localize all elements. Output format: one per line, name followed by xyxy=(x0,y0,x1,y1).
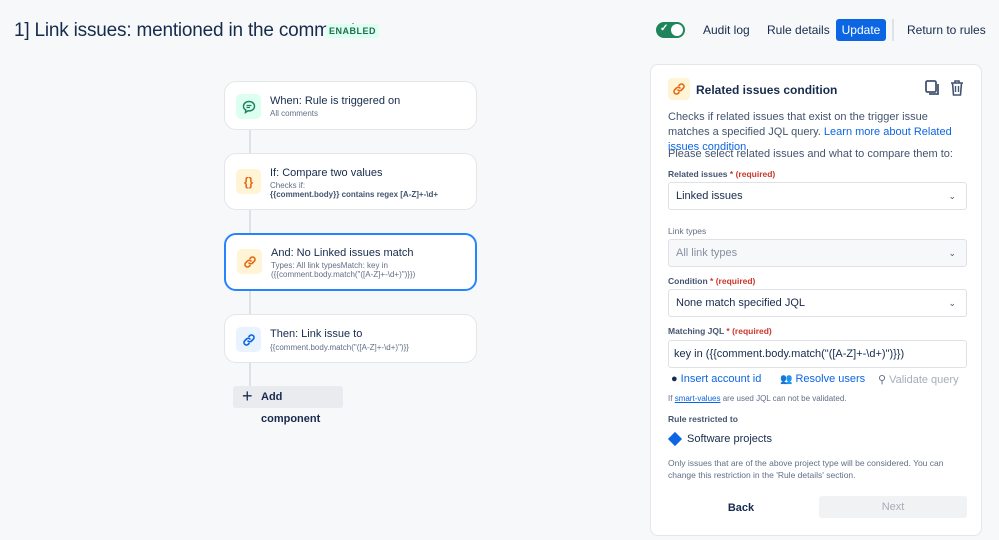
restricted-project-type: Software projects xyxy=(667,431,772,447)
matching-jql-label: Matching JQL * (required) xyxy=(668,326,772,336)
validate-query-button[interactable]: ⚲ Validate query xyxy=(878,373,959,387)
plus-icon: + xyxy=(242,386,253,406)
action-label: Insert account id xyxy=(680,373,762,385)
user-icon: ● xyxy=(671,373,678,385)
component-subtitle: {{comment.body.match("([A-Z]+-\d+)")}} xyxy=(270,343,409,352)
chevron-down-icon: ⌄ xyxy=(948,191,956,201)
smart-values-hint: If smart-values are used JQL can not be … xyxy=(668,394,847,403)
header-divider xyxy=(892,19,894,41)
add-component-label: Add component xyxy=(261,391,321,425)
panel-title: Related issues condition xyxy=(696,83,838,97)
people-icon: 👥 xyxy=(780,373,793,385)
condition-label: Condition * (required) xyxy=(668,276,756,286)
next-button[interactable]: Next xyxy=(819,496,967,518)
action-label: Validate query xyxy=(889,373,959,386)
back-button[interactable]: Back xyxy=(711,497,771,519)
panel-prompt: Please select related issues and what to… xyxy=(668,148,953,160)
link-types-label: Link types xyxy=(668,226,707,236)
component-title: If: Compare two values xyxy=(270,167,383,179)
delete-icon[interactable] xyxy=(949,79,965,97)
status-badge: ENABLED xyxy=(326,24,380,38)
braces-icon: {} xyxy=(236,169,261,194)
link-icon xyxy=(668,78,690,100)
trigger-component-card[interactable]: When: Rule is triggered on All comments xyxy=(224,81,477,130)
return-to-rules-button[interactable]: Return to rules xyxy=(899,19,994,41)
link-types-select[interactable]: All link types ⌄ xyxy=(668,239,967,267)
copy-icon[interactable] xyxy=(925,79,941,97)
related-issues-select[interactable]: Linked issues ⌄ xyxy=(668,182,967,210)
project-type-text: Software projects xyxy=(687,433,772,445)
related-issues-component-card[interactable]: And: No Linked issues match Types: All l… xyxy=(224,233,477,291)
page-title: 1] Link issues: mentioned in the comment xyxy=(14,20,356,41)
chevron-down-icon: ⌄ xyxy=(948,248,956,258)
rule-restricted-label: Rule restricted to xyxy=(668,414,738,424)
action-component-card[interactable]: Then: Link issue to {{comment.body.match… xyxy=(224,314,477,363)
component-title: Then: Link issue to xyxy=(270,328,363,340)
select-value: All link types xyxy=(676,247,738,259)
add-component-button[interactable]: + Add component xyxy=(233,386,343,425)
toggle-knob xyxy=(671,24,683,36)
select-value: None match specified JQL xyxy=(676,297,806,309)
component-subtitle: All comments xyxy=(270,109,319,118)
link-icon xyxy=(237,249,262,274)
related-issues-label: Related issues * (required) xyxy=(668,169,776,179)
component-subtitle: {{comment.body}} contains regex [A-Z]+-\… xyxy=(270,190,439,199)
action-label: Resolve users xyxy=(795,373,866,385)
chevron-down-icon: ⌄ xyxy=(948,298,956,308)
check-icon: ✓ xyxy=(660,23,669,34)
rule-enabled-toggle[interactable]: ✓ xyxy=(656,22,685,38)
select-value: Linked issues xyxy=(676,190,743,202)
condition-select[interactable]: None match specified JQL ⌄ xyxy=(668,289,967,317)
software-project-icon xyxy=(667,431,683,447)
update-button[interactable]: Update xyxy=(836,19,886,41)
search-icon: ⚲ xyxy=(878,374,887,386)
smart-values-link[interactable]: smart-values xyxy=(675,394,721,403)
rule-details-button[interactable]: Rule details xyxy=(759,19,838,41)
restriction-note: Only issues that are of the above projec… xyxy=(668,458,944,480)
audit-log-button[interactable]: Audit log xyxy=(695,19,758,41)
component-title: And: No Linked issues match xyxy=(271,247,414,259)
component-config-panel: Related issues condition Checks if relat… xyxy=(650,64,982,536)
resolve-users-button[interactable]: 👥 Resolve users xyxy=(780,373,865,385)
condition-component-card[interactable]: {} If: Compare two values Checks if: {{c… xyxy=(224,153,477,210)
component-title: When: Rule is triggered on xyxy=(270,95,401,107)
insert-account-id-button[interactable]: ● Insert account id xyxy=(671,373,761,385)
comment-icon xyxy=(236,94,261,119)
link-icon xyxy=(236,327,261,352)
component-subtitle: ({{comment.body.match("([A-Z]+-\d+)")}}) xyxy=(271,270,416,279)
matching-jql-input[interactable]: key in ({{comment.body.match("([A-Z]+-\d… xyxy=(668,340,967,368)
